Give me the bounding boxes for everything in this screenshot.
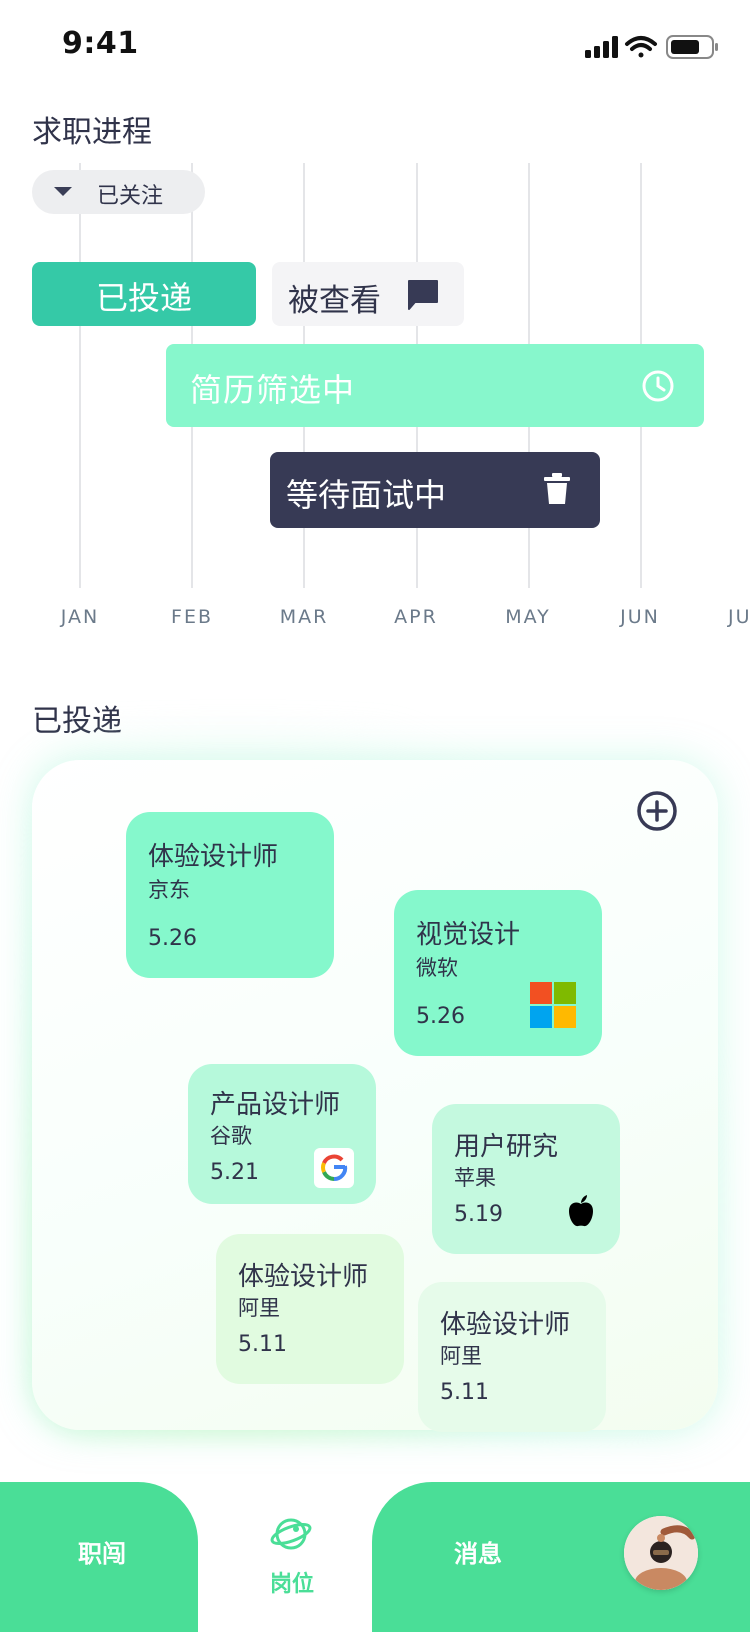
card-title: 体验设计师	[440, 1310, 571, 1340]
status-icons	[585, 35, 718, 59]
card-date: 5.19	[454, 1202, 503, 1227]
application-card[interactable]: 视觉设计 微软 5.26	[394, 890, 602, 1056]
month-label-apr: APR	[394, 606, 438, 628]
month-gridline	[79, 163, 81, 588]
wifi-icon	[625, 36, 657, 58]
card-company: 谷歌	[210, 1124, 252, 1148]
microsoft-logo	[530, 982, 576, 1028]
card-date: 5.11	[238, 1332, 287, 1357]
card-title: 产品设计师	[210, 1090, 341, 1120]
stage-bar-interview[interactable]: 等待面试中	[270, 452, 600, 528]
clock-icon[interactable]	[640, 368, 676, 404]
planet-icon[interactable]	[270, 1514, 312, 1554]
application-card[interactable]: 体验设计师 京东 5.26	[126, 812, 334, 978]
card-date: 5.11	[440, 1380, 489, 1405]
stage-label: 简历筛选中	[190, 371, 356, 409]
apple-logo	[569, 1195, 593, 1227]
month-label-may: MAY	[505, 606, 551, 628]
month-label-jan: JAN	[60, 606, 100, 628]
stage-bar-sent[interactable]: 已投递	[32, 262, 256, 326]
month-label-jul: JU	[728, 606, 750, 628]
stage-bar-viewed[interactable]: 被查看	[272, 262, 464, 326]
application-card[interactable]: 产品设计师 谷歌 5.21	[188, 1064, 376, 1204]
card-company: 阿里	[440, 1344, 482, 1368]
google-logo	[314, 1148, 354, 1188]
avatar[interactable]	[624, 1516, 698, 1590]
month-label-feb: FEB	[171, 606, 213, 628]
stage-bar-screening[interactable]: 简历筛选中	[166, 344, 704, 427]
signal-icon	[585, 36, 618, 58]
battery-icon	[666, 35, 718, 59]
application-card[interactable]: 体验设计师 阿里 5.11	[216, 1234, 404, 1384]
caret-down-icon	[54, 187, 72, 196]
stage-label: 已投递	[95, 279, 192, 317]
progress-title: 求职进程	[32, 115, 152, 150]
chat-icon[interactable]	[406, 278, 440, 312]
application-card[interactable]: 用户研究 苹果 5.19	[432, 1104, 620, 1254]
card-title: 视觉设计	[416, 920, 521, 950]
card-company: 微软	[416, 956, 458, 980]
nav-label-jobs[interactable]: 岗位	[270, 1566, 314, 1598]
card-date: 5.26	[148, 926, 197, 951]
card-company: 京东	[148, 878, 190, 902]
application-card[interactable]: 体验设计师 阿里 5.11	[418, 1282, 606, 1432]
card-date: 5.26	[416, 1004, 465, 1029]
card-title: 体验设计师	[238, 1262, 369, 1292]
nav-label-career[interactable]: 职闯	[78, 1534, 126, 1569]
card-date: 5.21	[210, 1160, 259, 1185]
add-circle-icon[interactable]	[636, 790, 678, 832]
filter-dropdown[interactable]: 已关注	[32, 170, 205, 214]
month-label-jun: JUN	[620, 606, 660, 628]
status-time: 9:41	[62, 26, 139, 61]
card-title: 体验设计师	[148, 842, 279, 872]
avatar-image	[624, 1516, 698, 1590]
stage-label: 被查看	[288, 283, 381, 319]
nav-label-messages[interactable]: 消息	[454, 1534, 502, 1569]
card-title: 用户研究	[454, 1132, 559, 1162]
trash-icon[interactable]	[542, 472, 572, 506]
card-company: 阿里	[238, 1296, 280, 1320]
stage-label: 等待面试中	[286, 476, 447, 514]
card-company: 苹果	[454, 1166, 496, 1190]
filter-label: 已关注	[97, 184, 164, 209]
month-label-mar: MAR	[279, 606, 329, 628]
